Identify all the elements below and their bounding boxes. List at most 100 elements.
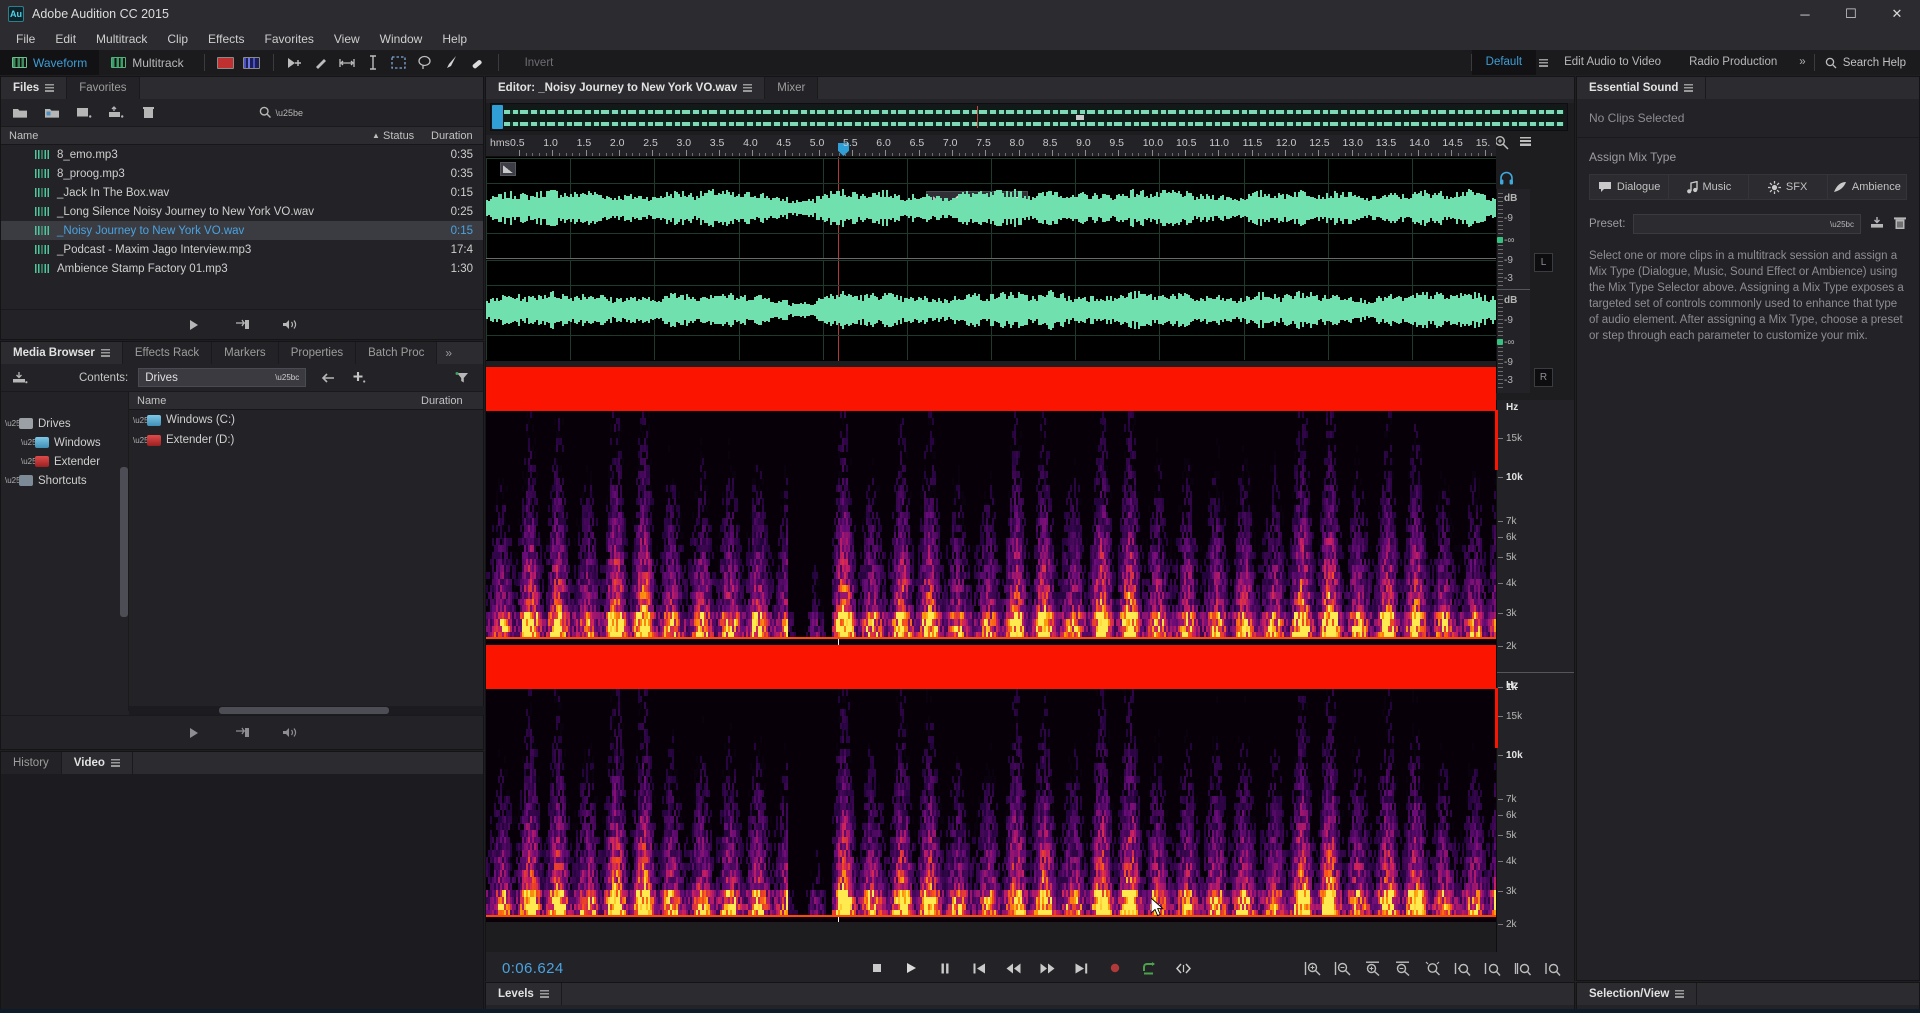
spot-healing-brush-tool-icon[interactable]	[464, 52, 490, 73]
waveform-channel-left[interactable]	[486, 158, 1496, 258]
mix-type-sfx-button[interactable]: SFX	[1749, 175, 1828, 199]
waveform-view-toggle-icon[interactable]	[213, 52, 239, 73]
tab-files[interactable]: Files	[1, 77, 67, 99]
move-playhead-to-next-button[interactable]	[1071, 958, 1091, 978]
paintbrush-selection-tool-icon[interactable]	[438, 52, 464, 73]
tree-item-drives[interactable]: \u25bc Drives	[1, 414, 128, 433]
spectral-frequency-display[interactable]	[486, 367, 1496, 922]
file-row[interactable]: 8_emo.mp3 0:35	[1, 145, 483, 164]
preset-select[interactable]: \u25bc	[1633, 214, 1861, 234]
tab-selection-view[interactable]: Selection/View	[1577, 983, 1697, 1005]
tree-item-windows[interactable]: \u25b6 Windows	[1, 433, 128, 452]
chevron-right-icon[interactable]: \u25b6	[21, 438, 35, 447]
navigator-left-handle[interactable]	[492, 105, 503, 129]
panel-menu-icon[interactable]	[1675, 990, 1684, 998]
invert-button[interactable]: Invert	[517, 55, 562, 71]
zoom-out-full-icon[interactable]	[1422, 958, 1442, 978]
media-browser-horizontal-scrollbar[interactable]	[129, 706, 485, 715]
right-channel-badge[interactable]: R	[1534, 368, 1553, 387]
tree-item-shortcuts[interactable]: \u25b6 Shortcuts	[1, 471, 128, 490]
media-tabs-more-button[interactable]: »	[437, 342, 460, 364]
insert-into-multitrack-icon[interactable]	[231, 723, 253, 743]
timeline-ruler[interactable]: hms 0.51.01.52.02.53.03.54.04.55.05.56.0…	[486, 135, 1496, 157]
workspace-more-button[interactable]: »	[1791, 50, 1813, 75]
insert-into-multitrack-icon[interactable]	[231, 315, 253, 335]
menu-effects[interactable]: Effects	[198, 30, 254, 48]
menu-view[interactable]: View	[324, 30, 370, 48]
menu-help[interactable]: Help	[432, 30, 477, 48]
workspace-menu-icon[interactable]	[1536, 50, 1550, 75]
import-file-icon[interactable]	[41, 103, 63, 123]
zoom-navigator[interactable]	[490, 103, 1568, 131]
chevron-down-icon[interactable]: \u25bc	[5, 419, 19, 428]
move-tool-icon[interactable]	[282, 52, 308, 73]
tab-editor[interactable]: Editor: _Noisy Journey to New York VO.wa…	[486, 77, 765, 99]
delete-preset-icon[interactable]	[1893, 216, 1907, 233]
minimize-button[interactable]: ─	[1782, 0, 1828, 28]
zoom-to-selection-alt-icon[interactable]	[1542, 958, 1562, 978]
tab-mixer[interactable]: Mixer	[765, 77, 818, 99]
spectral-channel-left[interactable]	[486, 367, 1496, 639]
waveform-mode-button[interactable]: Waveform	[0, 50, 99, 75]
contents-select[interactable]: Drives \u25bc	[138, 368, 306, 387]
lasso-selection-tool-icon[interactable]	[412, 52, 438, 73]
rewind-button[interactable]	[1003, 958, 1023, 978]
media-column-name[interactable]: Name	[129, 395, 421, 407]
file-row[interactable]: _Jack In The Box.wav 0:15	[1, 183, 483, 202]
workspace-edit-audio-to-video[interactable]: Edit Audio to Video	[1550, 50, 1675, 75]
tab-markers[interactable]: Markers	[212, 342, 279, 364]
menu-window[interactable]: Window	[370, 30, 433, 48]
play-button[interactable]	[901, 958, 921, 978]
spectral-view-toggle-icon[interactable]	[239, 52, 265, 73]
marquee-selection-tool-icon[interactable]	[386, 52, 412, 73]
play-icon[interactable]	[183, 723, 205, 743]
tab-favorites[interactable]: Favorites	[67, 77, 139, 99]
chevron-right-icon[interactable]: \u25b6	[133, 436, 147, 445]
add-icon[interactable]	[348, 368, 370, 388]
new-file-icon[interactable]	[73, 103, 95, 123]
menu-multitrack[interactable]: Multitrack	[86, 30, 157, 48]
export-file-icon[interactable]	[105, 103, 127, 123]
media-row[interactable]: \u25b6 Extender (D:)	[129, 430, 483, 450]
navigate-back-icon[interactable]	[316, 368, 338, 388]
files-column-name[interactable]: Name	[1, 130, 369, 142]
waveform-channel-right[interactable]	[486, 260, 1496, 360]
waveform-display[interactable]: +0 dB	[486, 157, 1496, 361]
workspace-default[interactable]: Default	[1472, 50, 1536, 75]
add-shortcut-icon[interactable]	[9, 368, 31, 388]
menu-clip[interactable]: Clip	[157, 30, 198, 48]
tree-vertical-scrollbar[interactable]	[120, 467, 128, 617]
mix-type-ambience-button[interactable]: Ambience	[1828, 175, 1906, 199]
play-icon[interactable]	[183, 315, 205, 335]
chevron-right-icon[interactable]: \u25b6	[21, 457, 35, 466]
multitrack-mode-button[interactable]: Multitrack	[99, 50, 195, 75]
tab-video[interactable]: Video	[62, 752, 133, 774]
amplitude-scale[interactable]: dB-9-∞-9-3dB-9-∞-9-3	[1496, 189, 1530, 393]
panel-menu-icon[interactable]	[45, 84, 54, 92]
menu-file[interactable]: File	[6, 30, 45, 48]
left-channel-badge[interactable]: L	[1534, 253, 1553, 272]
files-search-input[interactable]: \u25be	[259, 106, 303, 119]
panel-menu-icon[interactable]	[111, 759, 120, 767]
zoom-to-selection-icon[interactable]	[1452, 958, 1472, 978]
file-row[interactable]: _Podcast - Maxim Jago Interview.mp3 17:4	[1, 240, 483, 259]
mix-type-music-button[interactable]: Music	[1669, 175, 1748, 199]
tab-properties[interactable]: Properties	[279, 342, 356, 364]
slip-tool-icon[interactable]	[308, 52, 334, 73]
zoom-in-at-in-point-icon[interactable]	[1482, 958, 1502, 978]
chevron-right-icon[interactable]: \u25b6	[5, 476, 19, 485]
open-file-icon[interactable]	[9, 103, 31, 123]
tab-essential-sound[interactable]: Essential Sound	[1577, 77, 1706, 99]
auto-play-icon[interactable]	[279, 723, 301, 743]
maximize-button[interactable]: ☐	[1828, 0, 1874, 28]
auto-play-icon[interactable]	[279, 315, 301, 335]
media-column-duration[interactable]: Duration	[421, 395, 483, 407]
fast-forward-button[interactable]	[1037, 958, 1057, 978]
file-row[interactable]: _Long Silence Noisy Journey to New York …	[1, 202, 483, 221]
ruler-headphones-icon[interactable]	[1498, 167, 1514, 189]
pause-button[interactable]	[935, 958, 955, 978]
panel-menu-icon[interactable]	[540, 990, 549, 998]
media-row[interactable]: \u25b6 Windows (C:)	[129, 410, 483, 430]
zoom-out-time-icon[interactable]	[1392, 958, 1412, 978]
file-row[interactable]: 8_proog.mp3 0:35	[1, 164, 483, 183]
